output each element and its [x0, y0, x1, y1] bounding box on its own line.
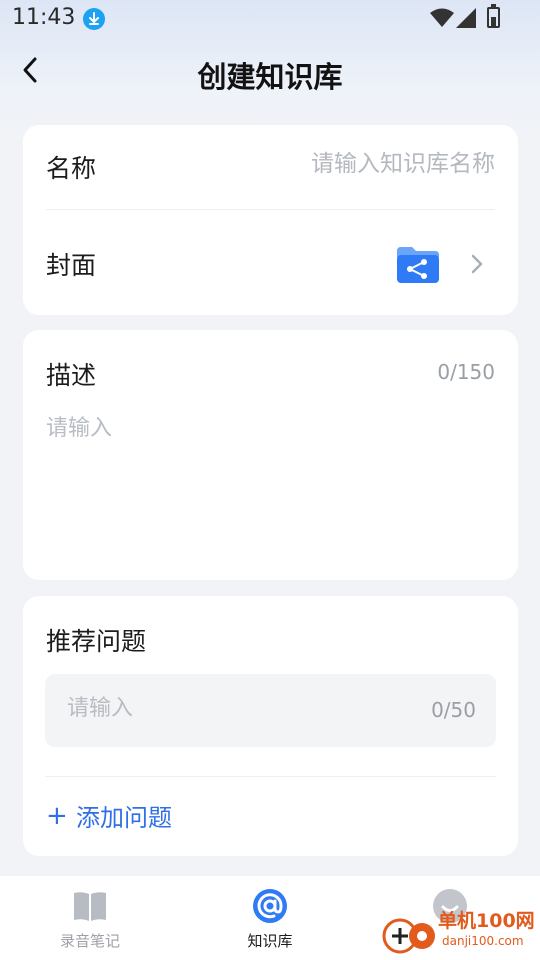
name-input[interactable] [235, 151, 495, 177]
cover-row[interactable]: 封面 [46, 221, 495, 306]
watermark-url: danji100.com [442, 934, 524, 948]
nav-label-knowledge-base: 知识库 [247, 932, 293, 950]
nav-item-knowledge-base[interactable]: 知识库 [210, 888, 330, 951]
questions-label: 推荐问题 [46, 627, 147, 656]
header: 创建知识库 [0, 40, 540, 100]
question-input[interactable] [67, 696, 367, 721]
divider [45, 776, 496, 777]
name-label: 名称 [46, 154, 97, 183]
wifi-icon [430, 8, 454, 27]
download-icon [83, 8, 105, 30]
cover-label: 封面 [46, 250, 97, 280]
questions-card: 推荐问题 0/50 + 添加问题 [23, 596, 518, 856]
question-field: 0/50 [45, 674, 496, 747]
status-time: 11:43 [12, 5, 76, 30]
watermark-icon [382, 918, 435, 954]
nav-item-recording-notes[interactable]: 录音笔记 [30, 888, 150, 951]
description-input[interactable] [46, 410, 496, 550]
page-title: 创建知识库 [197, 60, 343, 94]
folder-share-icon [397, 247, 439, 283]
basic-info-card: 名称 封面 [23, 125, 518, 315]
chevron-right-icon [471, 254, 483, 274]
name-row: 名称 [46, 125, 495, 210]
at-icon [253, 889, 287, 923]
nav-label-recording-notes: 录音笔记 [59, 932, 120, 950]
watermark-text: 单机100网 [438, 910, 535, 932]
description-card: 描述 0/150 [23, 330, 518, 580]
battery-icon [487, 4, 500, 28]
add-question-label: 添加问题 [76, 804, 172, 832]
question-counter: 0/50 [431, 698, 476, 722]
bottom-nav: 录音笔记 知识库 单机100网 danji100.com [0, 876, 540, 960]
status-bar: 11:43 [0, 0, 540, 38]
add-question-button[interactable]: + 添加问题 [46, 798, 172, 833]
description-label: 描述 [46, 361, 97, 390]
watermark-logo: 单机100网 danji100.com [380, 904, 540, 960]
signal-icon [456, 8, 476, 28]
description-counter: 0/150 [437, 360, 495, 384]
plus-icon: + [46, 800, 68, 831]
book-icon [74, 892, 106, 921]
